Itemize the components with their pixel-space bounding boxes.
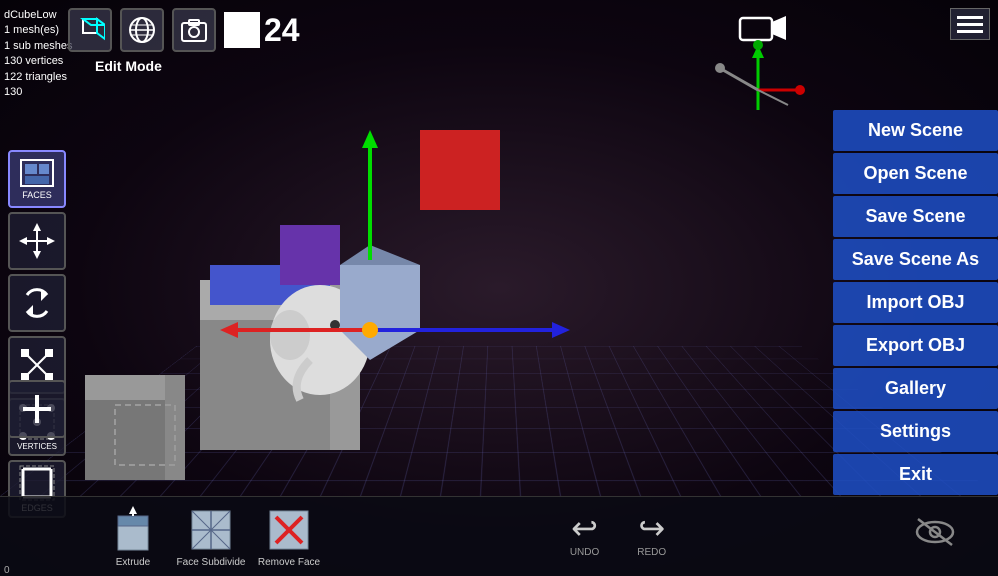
- redo-icon: ↪: [638, 509, 665, 547]
- undo-icon: ↩: [571, 509, 598, 547]
- remove-face-icon: [264, 505, 314, 555]
- orientation-gizmo: [708, 40, 808, 120]
- hamburger-menu-button[interactable]: [950, 8, 990, 40]
- extrude-label: Extrude: [116, 557, 150, 568]
- add-object-button[interactable]: [8, 380, 66, 438]
- open-scene-button[interactable]: Open Scene: [833, 153, 998, 194]
- hamburger-line-1: [957, 16, 983, 19]
- save-scene-as-button[interactable]: Save Scene As: [833, 239, 998, 280]
- frame-indicator: 24: [224, 12, 300, 49]
- move-tool[interactable]: [8, 212, 66, 270]
- settings-button[interactable]: Settings: [833, 411, 998, 452]
- right-panel-menu: New Scene Open Scene Save Scene Save Sce…: [833, 110, 998, 495]
- camera-button[interactable]: [738, 12, 788, 51]
- remove-face-tool[interactable]: Remove Face: [254, 505, 324, 568]
- faces-label: FACES: [22, 190, 52, 200]
- redo-button[interactable]: ↪ REDO: [637, 509, 666, 558]
- vertices-label: VERTICES: [17, 442, 57, 451]
- face-subdivide-label: Face Subdivide: [177, 557, 246, 568]
- globe-button[interactable]: [120, 8, 164, 52]
- export-obj-button[interactable]: Export OBJ: [833, 325, 998, 366]
- face-subdivide-icon: [186, 505, 236, 555]
- edit-mode-label: Edit Mode: [95, 58, 162, 74]
- triangle-count: 122 triangles: [4, 70, 72, 85]
- frame-box: [224, 12, 260, 48]
- hamburger-line-2: [957, 23, 983, 26]
- screenshot-button[interactable]: [172, 8, 216, 52]
- import-obj-button[interactable]: Import OBJ: [833, 282, 998, 323]
- exit-button[interactable]: Exit: [833, 454, 998, 495]
- faces-tool[interactable]: FACES: [8, 150, 66, 208]
- top-toolbar: 24: [60, 0, 308, 60]
- 3d-viewport[interactable]: dCubeLow 1 mesh(es) 1 sub meshes 130 ver…: [0, 0, 998, 576]
- remove-face-label: Remove Face: [258, 557, 320, 568]
- scene-objects: [80, 80, 780, 500]
- undo-label: UNDO: [570, 547, 599, 558]
- coordinate-display: 0: [4, 565, 10, 576]
- cube-view-button[interactable]: [68, 8, 112, 52]
- undo-button[interactable]: ↩ UNDO: [570, 509, 599, 558]
- new-scene-button[interactable]: New Scene: [833, 110, 998, 151]
- hamburger-line-3: [957, 30, 983, 33]
- left-toolbar: FACES: [8, 150, 66, 518]
- bottom-toolbar: Extrude Face Subdivide: [0, 496, 998, 576]
- frame-number: 24: [264, 12, 300, 49]
- redo-label: REDO: [637, 547, 666, 558]
- save-scene-button[interactable]: Save Scene: [833, 196, 998, 237]
- gallery-button[interactable]: Gallery: [833, 368, 998, 409]
- rotate-tool[interactable]: [8, 274, 66, 332]
- visibility-toggle-button[interactable]: [912, 515, 958, 554]
- face-subdivide-tool[interactable]: Face Subdivide: [176, 505, 246, 568]
- extra-count: 130: [4, 85, 72, 100]
- extrude-tool[interactable]: Extrude: [98, 505, 168, 568]
- extrude-icon: [108, 505, 158, 555]
